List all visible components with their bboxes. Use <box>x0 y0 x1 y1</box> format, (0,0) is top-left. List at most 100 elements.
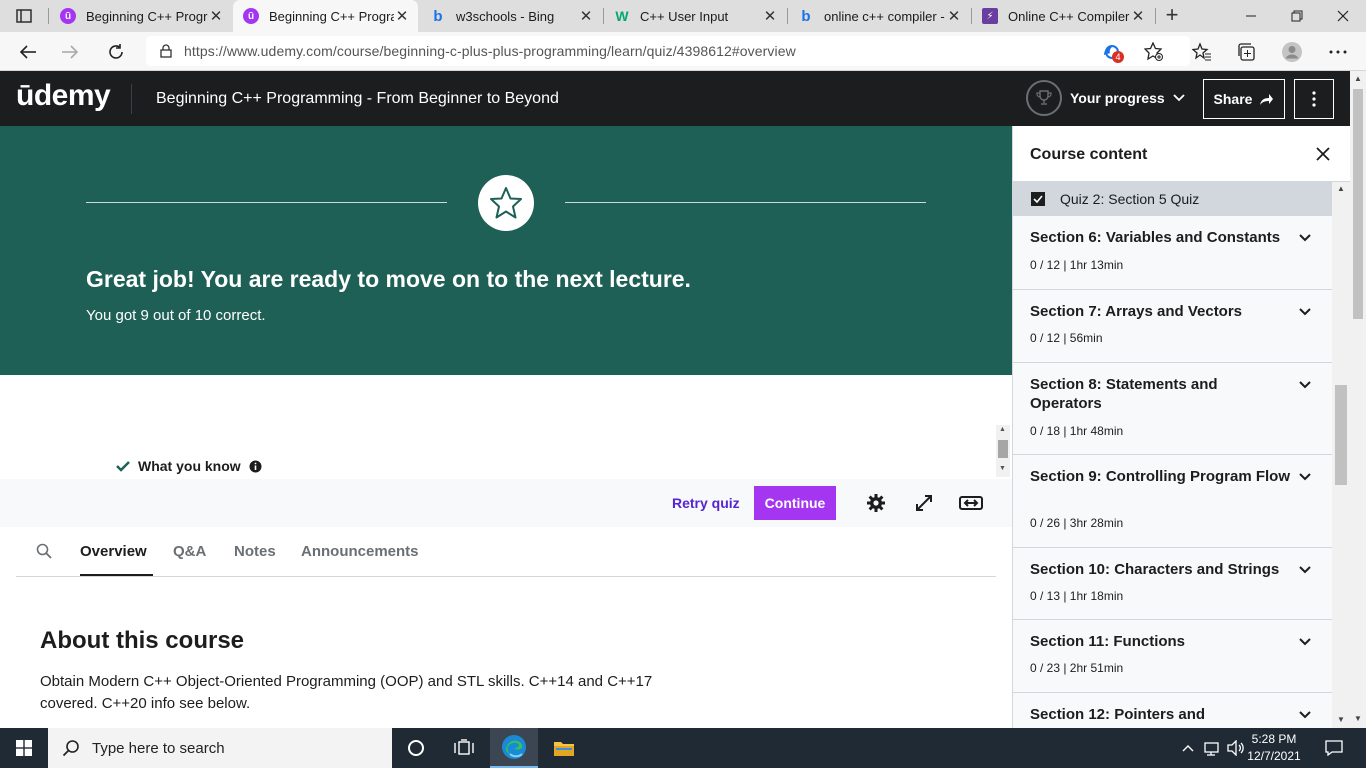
scrollbar-thumb[interactable] <box>1335 385 1347 485</box>
back-button[interactable] <box>14 38 42 66</box>
retry-quiz-button[interactable]: Retry quiz <box>666 487 746 519</box>
scroll-up-arrow-icon[interactable]: ▲ <box>1354 74 1362 83</box>
collections-button[interactable] <box>1234 40 1258 64</box>
tab-overview[interactable]: Overview <box>80 543 147 560</box>
network-button[interactable] <box>1202 728 1224 768</box>
forward-button[interactable] <box>56 38 84 66</box>
section-7[interactable]: Section 7: Arrays and Vectors 0 / 12 | 5… <box>1013 290 1332 363</box>
profile-button[interactable] <box>1280 40 1304 64</box>
section-title: Section 6: Variables and Constants <box>1030 229 1281 246</box>
close-tab-icon[interactable]: ✕ <box>1130 7 1146 25</box>
settings-menu-button[interactable] <box>1326 40 1350 64</box>
clock-time: 5:28 PM <box>1251 732 1297 746</box>
share-button[interactable]: Share <box>1203 79 1285 119</box>
section-title: Section 8: Statements and Operators <box>1030 376 1218 412</box>
extension-badge: 4 <box>1112 51 1124 63</box>
restore-button[interactable] <box>1274 0 1320 32</box>
browser-tab-3[interactable]: b w3schools - Bing ✕ <box>420 0 602 32</box>
tab-notes[interactable]: Notes <box>234 543 276 560</box>
scroll-down-arrow-icon[interactable]: ▼ <box>1337 715 1345 724</box>
close-icon <box>1316 147 1330 161</box>
taskbar-clock[interactable]: 5:28 PM 12/7/2021 <box>1245 731 1303 765</box>
section-meta: 0 / 12 | 56min <box>1030 331 1103 345</box>
section-meta: 0 / 18 | 1hr 48min <box>1030 424 1124 438</box>
section-8[interactable]: Section 8: Statements and Operators 0 / … <box>1013 363 1332 455</box>
w3schools-icon: W <box>615 8 629 24</box>
section-11[interactable]: Section 11: Functions 0 / 23 | 2hr 51min <box>1013 620 1332 693</box>
close-window-button[interactable] <box>1320 0 1366 32</box>
chevron-down-icon <box>1297 707 1313 723</box>
scroll-down-arrow-icon[interactable]: ▼ <box>1354 714 1362 723</box>
quiz-result-heading: Great job! You are ready to move on to t… <box>86 266 691 292</box>
current-quiz-item[interactable]: Quiz 2: Section 5 Quiz <box>1013 182 1332 216</box>
url-field[interactable]: https://www.udemy.com/course/beginning-c… <box>146 36 1190 66</box>
favorites-button[interactable] <box>1190 40 1214 64</box>
minimize-button[interactable] <box>1228 0 1274 32</box>
scrollbar-thumb[interactable] <box>998 440 1008 458</box>
section-12[interactable]: Section 12: Pointers and <box>1013 693 1332 728</box>
browser-tab-2[interactable]: ū Beginning C++ Progra ✕ <box>233 0 418 32</box>
scrollbar-thumb[interactable] <box>1353 89 1363 319</box>
start-button[interactable] <box>0 728 48 768</box>
share-label: Share <box>1213 91 1253 107</box>
progress-ring <box>1026 80 1062 116</box>
udemy-logo[interactable]: ūdemy <box>16 79 111 113</box>
course-title[interactable]: Beginning C++ Programming - From Beginne… <box>156 90 559 108</box>
cortana-button[interactable] <box>392 728 440 768</box>
browser-tab-4[interactable]: W C++ User Input ✕ <box>604 0 786 32</box>
browser-tab-5[interactable]: b online c++ compiler - ✕ <box>788 0 970 32</box>
folder-icon <box>554 742 574 756</box>
taskbar-search-box[interactable]: Type here to search <box>48 728 392 768</box>
show-hidden-icons-button[interactable] <box>1178 728 1198 768</box>
browser-tab-1[interactable]: ū Beginning C++ Progra ✕ <box>50 0 232 32</box>
close-sidebar-button[interactable] <box>1313 144 1333 164</box>
more-options-button[interactable] <box>1294 79 1334 119</box>
scroll-up-arrow-icon[interactable]: ▲ <box>1337 184 1345 193</box>
page-scrollbar[interactable]: ▲ ▼ <box>1350 71 1366 728</box>
section-meta: 0 / 26 | 3hr 28min <box>1030 516 1124 530</box>
decorative-line <box>86 202 447 203</box>
close-tab-icon[interactable]: ✕ <box>208 7 224 25</box>
new-tab-button[interactable]: + <box>1160 4 1184 28</box>
quiz-result-banner: Great job! You are ready to move on to t… <box>0 126 1012 375</box>
chevron-down-icon <box>1297 230 1313 246</box>
forward-arrow-icon <box>62 45 79 59</box>
favorite-button[interactable] <box>1142 40 1166 64</box>
quiz-scrollbar[interactable]: ▲ ▼ <box>996 425 1010 477</box>
task-view-button[interactable] <box>440 728 488 768</box>
edge-taskbar-button[interactable] <box>490 728 538 768</box>
continue-button[interactable]: Continue <box>754 486 836 520</box>
section-6[interactable]: Section 6: Variables and Constants 0 / 1… <box>1013 216 1332 290</box>
course-header: ūdemy Beginning C++ Programming - From B… <box>0 71 1350 126</box>
about-course-title: About this course <box>40 627 245 654</box>
your-progress-button[interactable]: Your progress <box>1026 79 1185 117</box>
close-tab-icon[interactable]: ✕ <box>578 7 594 25</box>
close-tab-icon[interactable]: ✕ <box>394 7 410 25</box>
refresh-button[interactable] <box>102 38 130 66</box>
tab-actions-button[interactable] <box>8 6 40 26</box>
completed-checkbox[interactable] <box>1031 192 1045 206</box>
sidebar-scrollbar[interactable]: ▲ ▼ <box>1332 182 1350 728</box>
file-explorer-button[interactable] <box>540 728 588 768</box>
browser-tab-bar: ū Beginning C++ Progra ✕ ū Beginning C++… <box>0 0 1366 32</box>
scroll-down-arrow-icon[interactable]: ▼ <box>999 465 1006 472</box>
close-tab-icon[interactable]: ✕ <box>762 7 778 25</box>
info-icon[interactable] <box>249 460 262 473</box>
search-button[interactable] <box>36 543 52 564</box>
volume-button[interactable] <box>1226 728 1246 768</box>
tab-qa[interactable]: Q&A <box>173 543 206 560</box>
settings-button[interactable] <box>864 491 888 515</box>
action-center-button[interactable] <box>1320 728 1348 768</box>
back-arrow-icon <box>19 45 36 59</box>
browser-tab-6[interactable]: ⚡ Online C++ Compiler ✕ <box>972 0 1154 32</box>
fullscreen-button[interactable] <box>912 491 936 515</box>
onlinegdb-icon: ⚡ <box>982 8 998 24</box>
scroll-up-arrow-icon[interactable]: ▲ <box>999 426 1006 433</box>
extension-button[interactable]: 4 <box>1100 40 1124 64</box>
close-tab-icon[interactable]: ✕ <box>946 7 962 25</box>
section-10[interactable]: Section 10: Characters and Strings 0 / 1… <box>1013 548 1332 620</box>
chevron-down-icon <box>1297 562 1313 578</box>
tab-announcements[interactable]: Announcements <box>301 543 419 560</box>
section-9[interactable]: Section 9: Controlling Program Flow 0 / … <box>1013 455 1332 548</box>
theater-mode-button[interactable] <box>959 491 983 515</box>
